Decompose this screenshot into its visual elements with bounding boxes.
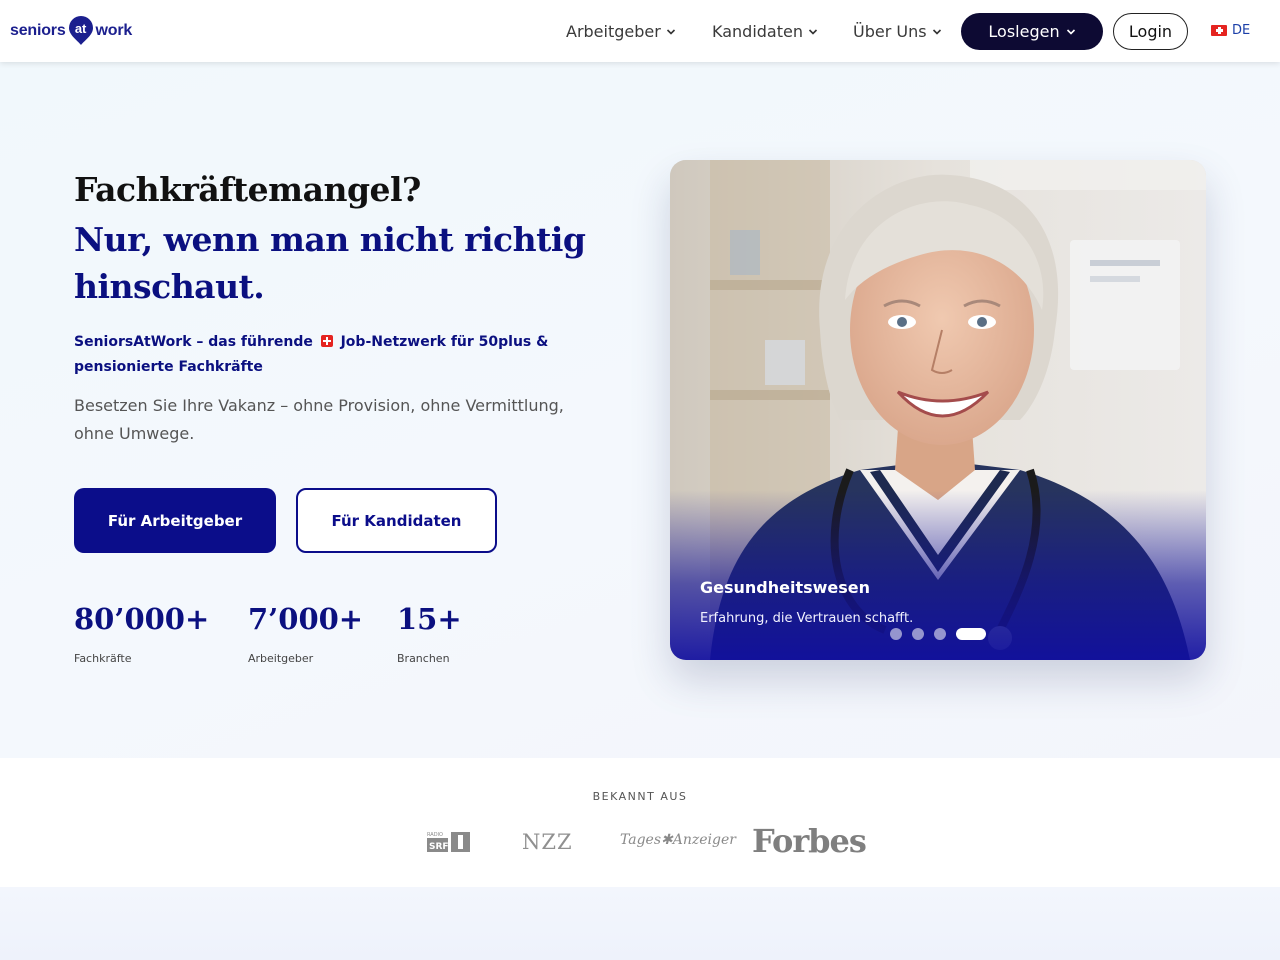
carousel-dot[interactable] [890,628,902,640]
menu-item-label: Über Uns [853,22,927,41]
press-section: BEKANNT AUS RADIO SRF NZZ Tages✱Anzeiger… [0,758,1280,887]
stat-branchen: 15+ Branchen [397,602,462,665]
hero-subtitle-part1: SeniorsAtWork – das führende [74,334,313,350]
swiss-flag-icon [320,335,333,347]
stat-label: Fachkräfte [74,652,132,665]
tages-anzeiger-logo: Tages✱Anzeiger [620,832,736,848]
stat-value: 80’000+ [74,602,210,636]
menu-item-arbeitgeber[interactable]: Arbeitgeber [566,22,676,41]
seniorsatwork-logo[interactable]: seniors at work [10,16,132,46]
hero-section: Fachkräftemangel? Nur, wenn man nicht ri… [0,62,1280,758]
carousel-slide-subtitle: Erfahrung, die Vertrauen schafft. [700,611,914,626]
carousel-dot[interactable] [912,628,924,640]
loslegen-button[interactable]: Loslegen [961,13,1103,50]
stat-label: Branchen [397,652,450,665]
menu-item-kandidaten[interactable]: Kandidaten [712,22,818,41]
chevron-down-icon [1066,28,1075,35]
next-section-start [0,887,1280,960]
carousel-slide-title: Gesundheitswesen [700,578,871,597]
srf-logo: RADIO SRF [427,831,470,853]
language-label: DE [1232,23,1251,38]
svg-text:RADIO: RADIO [427,832,443,838]
chevron-down-icon [808,28,818,35]
hero-title-line2: Nur, wenn man nicht richtig hinschaut. [74,220,586,306]
carousel-indicators [890,628,986,640]
nzz-logo: NZZ [522,830,573,854]
logo-pin-icon: at [68,16,94,46]
hero-subtitle: SeniorsAtWork – das führende Job-Netzwer… [74,330,574,380]
stat-value: 7’000+ [248,602,364,636]
carousel-dot[interactable] [934,628,946,640]
fuer-kandidaten-button[interactable]: Für Kandidaten [296,488,497,553]
logo-text-at: at [74,21,87,36]
menu-item-label: Kandidaten [712,22,803,41]
login-button[interactable]: Login [1113,13,1188,50]
menu-item-label: Arbeitgeber [566,22,661,41]
carousel-dot-active[interactable] [956,628,986,640]
stat-label: Arbeitgeber [248,652,314,665]
logo-text-seniors: seniors [10,22,66,39]
language-switcher[interactable]: DE [1211,23,1250,38]
logo-text-work: work [95,22,133,39]
stat-arbeitgeber: 7’000+ Arbeitgeber [248,602,363,665]
svg-text:SRF: SRF [429,842,449,852]
chevron-down-icon [932,28,941,35]
fuer-arbeitgeber-button[interactable]: Für Arbeitgeber [74,488,276,553]
menu-item-ueber-uns[interactable]: Über Uns [853,22,942,41]
chevron-down-icon [666,28,675,35]
hero-description: Besetzen Sie Ihre Vakanz – ohne Provisio… [74,396,564,443]
stat-value: 15+ [397,602,462,636]
loslegen-label: Loslegen [988,22,1060,41]
stat-fachkraefte: 80’000+ Fachkräfte [74,602,209,665]
hero-title-line1: Fachkräftemangel? [74,170,421,209]
top-navigation: seniors at work Arbeitgeber Kandidaten Ü… [0,0,1280,62]
press-label: BEKANNT AUS [592,790,688,803]
swiss-flag-icon [1211,25,1227,36]
hero-carousel[interactable]: Gesundheitswesen Erfahrung, die Vertraue… [670,160,1206,660]
forbes-logo: Forbes [752,822,867,860]
